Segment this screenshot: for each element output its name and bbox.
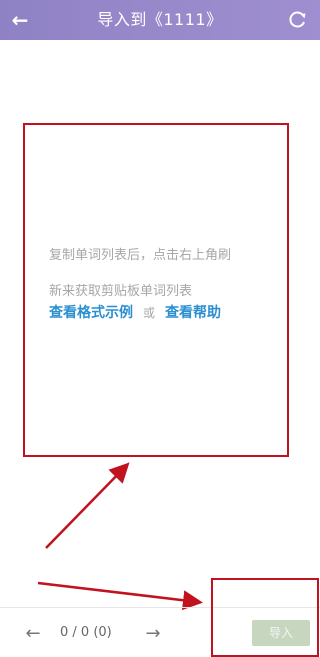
back-button[interactable]: ← bbox=[10, 10, 30, 30]
app-header: ← 导入到《1111》 bbox=[0, 0, 320, 40]
help-links: 查看格式示例或查看帮助 bbox=[49, 302, 289, 324]
instructions-line-1: 复制单词列表后，点击右上角刷 bbox=[49, 248, 232, 263]
page-title: 导入到《1111》 bbox=[97, 10, 223, 29]
prev-page-button[interactable]: ← bbox=[22, 622, 44, 644]
arrow-right-icon: → bbox=[145, 622, 161, 644]
instructions-text: 复制单词列表后，点击右上角刷 新来获取剪贴板单词列表 bbox=[49, 238, 289, 310]
or-text: 或 bbox=[143, 306, 156, 320]
refresh-icon bbox=[289, 11, 306, 28]
pager-status: 0 / 0 (0) bbox=[60, 625, 112, 640]
import-button[interactable]: 导入 bbox=[252, 620, 310, 646]
arrow-left-icon: ← bbox=[25, 622, 41, 644]
annotation-arrow-up bbox=[45, 462, 130, 549]
refresh-button[interactable] bbox=[288, 10, 308, 30]
view-format-example-link[interactable]: 查看格式示例 bbox=[49, 305, 133, 321]
next-page-button[interactable]: → bbox=[142, 622, 164, 644]
view-help-link[interactable]: 查看帮助 bbox=[165, 305, 221, 321]
annotation-arrow-right bbox=[37, 581, 203, 611]
arrow-left-icon: ← bbox=[11, 8, 29, 32]
